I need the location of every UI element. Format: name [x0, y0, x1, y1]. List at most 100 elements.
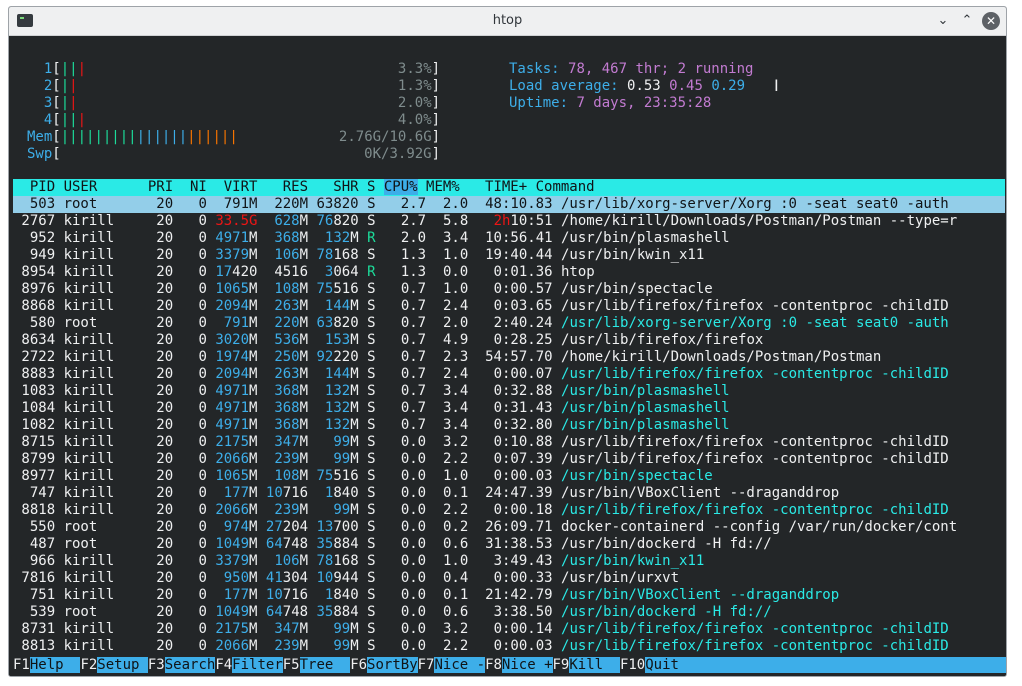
minimize-button[interactable]: ⌄ [934, 12, 952, 30]
process-row-text[interactable]: 8634 kirill 20 0 3020M 536M 153M S 0.7 4… [13, 332, 1005, 349]
process-row[interactable]: 539 root 20 0 1049M 64748 35884 S 0.0 0.… [13, 604, 1005, 621]
process-row[interactable]: 8634 kirill 20 0 3020M 536M 153M S 0.7 4… [13, 332, 1005, 349]
process-row-text[interactable]: 539 root 20 0 1049M 64748 35884 S 0.0 0.… [13, 604, 1005, 621]
process-row-text[interactable]: 8954 kirill 20 0 17420 4516 3064 R 1.3 0… [13, 264, 1005, 281]
process-row-text[interactable]: 8715 kirill 20 0 2175M 347M 99M S 0.0 3.… [13, 434, 1005, 451]
window-titlebar[interactable]: htop ⌄ ⌃ ✕ [9, 7, 1006, 36]
process-row[interactable]: 8976 kirill 20 0 1065M 108M 75516 S 0.7 … [13, 281, 1005, 298]
process-row-text[interactable]: 580 root 20 0 791M 220M 63820 S 0.7 2.0 … [13, 315, 1005, 332]
process-row[interactable]: 8799 kirill 20 0 2066M 239M 99M S 0.0 2.… [13, 451, 1005, 468]
process-row-text[interactable]: 1084 kirill 20 0 4971M 368M 132M S 0.7 3… [13, 400, 1005, 417]
process-row[interactable]: 8818 kirill 20 0 2066M 239M 99M S 0.0 2.… [13, 502, 1005, 519]
sp [553, 468, 561, 484]
mem: 2.4 [426, 298, 469, 314]
process-row[interactable]: 747 kirill 20 0 177M 10716 1840 S 0.0 0.… [13, 485, 1005, 502]
close-button[interactable]: ✕ [982, 12, 1000, 30]
process-table-header[interactable]: PID USER PRI NI VIRT RES SHR S CPU% MEM%… [13, 179, 1005, 196]
res-pad [257, 247, 274, 263]
process-row[interactable]: 8868 kirill 20 0 2094M 263M 144M S 0.7 2… [13, 298, 1005, 315]
fkey-label[interactable]: Help [29, 657, 81, 673]
process-list[interactable]: 503 root 20 0 791M 220M 63820 S 2.7 2.0 … [13, 196, 1005, 655]
process-row-text[interactable]: 8813 kirill 20 0 2066M 239M 99M S 0.0 2.… [13, 638, 1005, 655]
process-row-text[interactable]: 1082 kirill 20 0 4971M 368M 132M S 0.7 3… [13, 417, 1005, 434]
mem-value: 2.76G/10.6G [338, 129, 432, 145]
process-row[interactable]: 2767 kirill 20 0 33.5G 628M 76820 S 2.7 … [13, 213, 1005, 230]
fkey-f6[interactable]: F6 [350, 657, 367, 673]
column-headers-rest[interactable]: MEM% TIME+ Command [418, 179, 1006, 195]
fkey-label[interactable]: Search [164, 657, 216, 673]
process-row[interactable]: 8954 kirill 20 0 17420 4516 3064 R 1.3 0… [13, 264, 1005, 281]
process-row-text[interactable]: 949 kirill 20 0 3379M 106M 78168 S 1.3 1… [13, 247, 1005, 264]
process-row-text[interactable]: 952 kirill 20 0 4971M 368M 132M R 2.0 3.… [13, 230, 1005, 247]
process-row[interactable]: 751 kirill 20 0 177M 10716 1840 S 0.0 0.… [13, 587, 1005, 604]
process-row-text[interactable]: 1083 kirill 20 0 4971M 368M 132M S 0.7 3… [13, 383, 1005, 400]
res-unit: M [299, 417, 309, 433]
process-row[interactable]: 550 root 20 0 974M 27204 13700 S 0.0 0.2… [13, 519, 1005, 536]
process-row-text[interactable]: 8731 kirill 20 0 2175M 347M 99M S 0.0 3.… [13, 621, 1005, 638]
terminal-area[interactable]: 1[||| 3.3%] 2[|| 1.3%] 3[|| 2.0%] 4[||| … [9, 36, 1006, 676]
fkey-label[interactable]: Nice + [501, 657, 553, 673]
command: /usr/bin/dockerd -H fd:// [561, 536, 772, 552]
process-row[interactable]: 8883 kirill 20 0 2094M 263M 144M S 0.7 2… [13, 366, 1005, 383]
column-headers[interactable]: PID USER PRI NI VIRT RES SHR S [13, 179, 384, 195]
process-row[interactable]: 8977 kirill 20 0 1065M 108M 75516 S 0.0 … [13, 468, 1005, 485]
process-row-text[interactable]: 2722 kirill 20 0 1974M 250M 92220 S 0.7 … [13, 349, 1005, 366]
process-row[interactable]: 966 kirill 20 0 3379M 106M 78168 S 0.0 1… [13, 553, 1005, 570]
process-row[interactable]: 503 root 20 0 791M 220M 63820 S 2.7 2.0 … [13, 196, 1005, 213]
process-row-text[interactable]: 8799 kirill 20 0 2066M 239M 99M S 0.0 2.… [13, 451, 1005, 468]
process-row-text[interactable]: 966 kirill 20 0 3379M 106M 78168 S 0.0 1… [13, 553, 1005, 570]
process-row-text[interactable]: 8977 kirill 20 0 1065M 108M 75516 S 0.0 … [13, 468, 1005, 485]
shr: 76 [316, 213, 334, 229]
mem: 4.9 [426, 332, 469, 348]
fkey-label[interactable]: Kill [569, 657, 620, 673]
maximize-button[interactable]: ⌃ [958, 12, 976, 30]
res: 4516 [274, 264, 309, 280]
process-row[interactable]: 1083 kirill 20 0 4971M 368M 132M S 0.7 3… [13, 383, 1005, 400]
process-row[interactable]: 2722 kirill 20 0 1974M 250M 92220 S 0.7 … [13, 349, 1005, 366]
tasks-value: 78, 467 thr; 2 running [568, 61, 754, 77]
fkey-f4[interactable]: F4 [215, 657, 232, 673]
process-row[interactable]: 7816 kirill 20 0 950M 41304 10944 S 0.0 … [13, 570, 1005, 587]
shr: 35 [316, 536, 334, 552]
fkey-label[interactable]: Quit [645, 657, 696, 673]
fkey-label[interactable]: Nice - [434, 657, 486, 673]
header-row[interactable]: PID USER PRI NI VIRT RES SHR S CPU% MEM%… [13, 179, 1005, 196]
process-row-text[interactable]: 8868 kirill 20 0 2094M 263M 144M S 0.7 2… [13, 298, 1005, 315]
process-row[interactable]: 580 root 20 0 791M 220M 63820 S 0.7 2.0 … [13, 315, 1005, 332]
fkey-f3[interactable]: F3 [148, 657, 165, 673]
fkey-f1[interactable]: F1 [13, 657, 30, 673]
fkey-label[interactable]: SortBy [367, 657, 418, 673]
fkey-f7[interactable]: F7 [418, 657, 435, 673]
process-row-text[interactable]: 8976 kirill 20 0 1065M 108M 75516 S 0.7 … [13, 281, 1005, 298]
virt: 177 [223, 587, 250, 603]
pri: 20 [139, 485, 174, 501]
fkey-f10[interactable]: F10 [620, 657, 645, 673]
process-row-text[interactable]: 7816 kirill 20 0 950M 41304 10944 S 0.0 … [13, 570, 1005, 587]
fkey-f5[interactable]: F5 [283, 657, 300, 673]
process-row[interactable]: 1082 kirill 20 0 4971M 368M 132M S 0.7 3… [13, 417, 1005, 434]
process-row-text[interactable]: 487 root 20 0 1049M 64748 35884 S 0.0 0.… [13, 536, 1005, 553]
process-row-text[interactable]: 747 kirill 20 0 177M 10716 1840 S 0.0 0.… [13, 485, 1005, 502]
process-row[interactable]: 487 root 20 0 1049M 64748 35884 S 0.0 0.… [13, 536, 1005, 553]
fkey-label[interactable]: Tree [299, 657, 351, 673]
fkey-f8[interactable]: F8 [485, 657, 502, 673]
virt: 2066 [215, 451, 250, 467]
fkey-label[interactable]: Filter [232, 657, 283, 673]
process-row[interactable]: 8731 kirill 20 0 2175M 347M 99M S 0.0 3.… [13, 621, 1005, 638]
column-header-cpu[interactable]: CPU% [383, 179, 418, 195]
process-row-text[interactable]: 8818 kirill 20 0 2066M 239M 99M S 0.0 2.… [13, 502, 1005, 519]
process-row-text[interactable]: 550 root 20 0 974M 27204 13700 S 0.0 0.2… [13, 519, 1005, 536]
process-row[interactable]: 1084 kirill 20 0 4971M 368M 132M S 0.7 3… [13, 400, 1005, 417]
sp [359, 519, 367, 535]
fkey-f9[interactable]: F9 [553, 657, 570, 673]
process-row-text[interactable]: 503 root 20 0 791M 220M 63820 S 2.7 2.0 … [13, 196, 1005, 213]
fkey-f2[interactable]: F2 [80, 657, 97, 673]
process-row-text[interactable]: 8883 kirill 20 0 2094M 263M 144M S 0.7 2… [13, 366, 1005, 383]
process-row[interactable]: 949 kirill 20 0 3379M 106M 78168 S 1.3 1… [13, 247, 1005, 264]
process-row-text[interactable]: 2767 kirill 20 0 33.5G 628M 76820 S 2.7 … [13, 213, 1005, 230]
process-row[interactable]: 8813 kirill 20 0 2066M 239M 99M S 0.0 2.… [13, 638, 1005, 655]
process-row-text[interactable]: 751 kirill 20 0 177M 10716 1840 S 0.0 0.… [13, 587, 1005, 604]
process-row[interactable]: 952 kirill 20 0 4971M 368M 132M R 2.0 3.… [13, 230, 1005, 247]
process-row[interactable]: 8715 kirill 20 0 2175M 347M 99M S 0.0 3.… [13, 434, 1005, 451]
fkey-label[interactable]: Setup [97, 657, 148, 673]
